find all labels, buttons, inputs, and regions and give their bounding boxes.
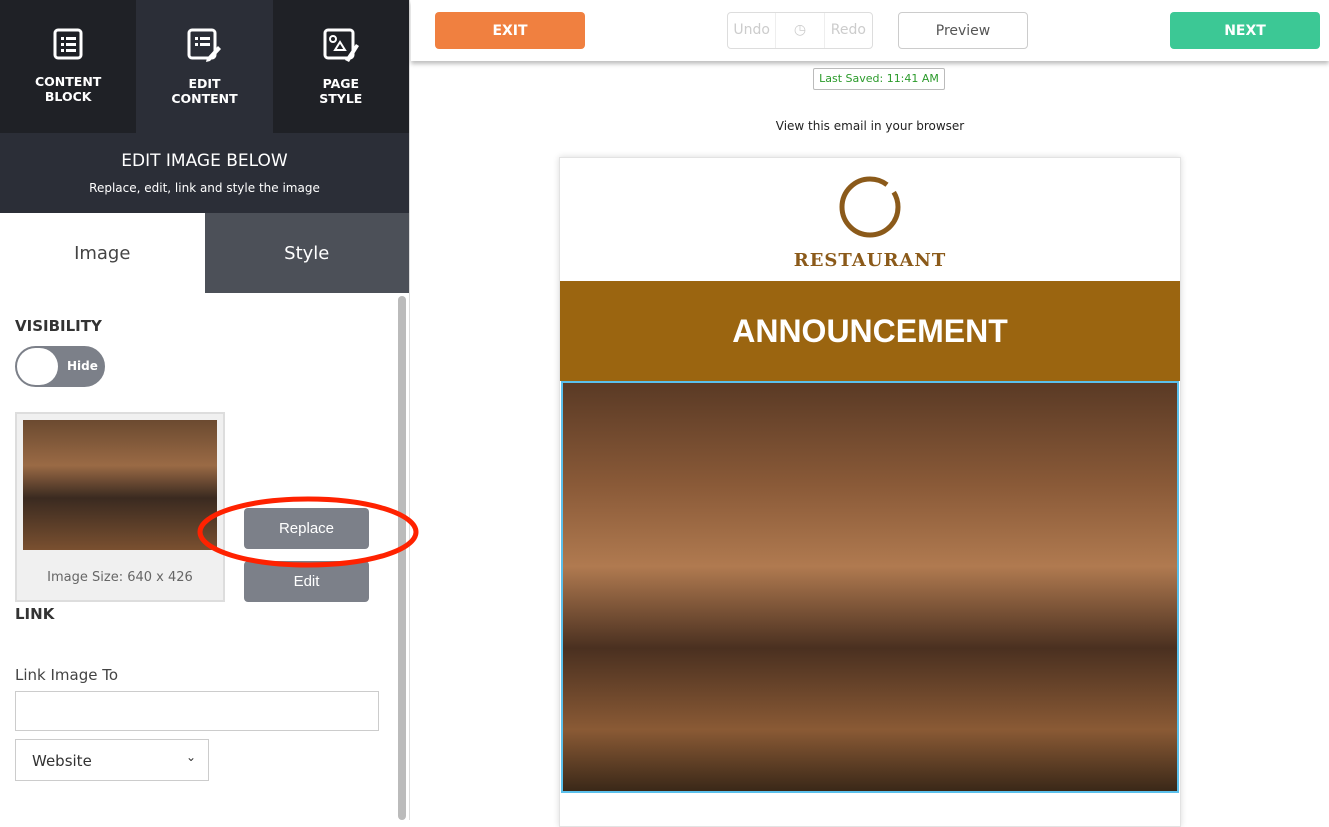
nav-label: EDIT — [188, 76, 221, 91]
coffee-ring-logo-icon — [839, 176, 901, 238]
nav-label: CONTENT — [171, 91, 238, 106]
list-icon — [53, 28, 83, 60]
page-style-icon — [323, 28, 359, 62]
last-saved-badge: Last Saved: 11:41 AM — [813, 68, 945, 90]
image-size: Image Size: 640 x 426 — [47, 570, 193, 585]
nav-label: PAGE — [322, 76, 360, 91]
image-thumbnail — [23, 420, 217, 550]
sidebar: CONTENT BLOCK EDIT CONTENT PAGE STYLE EDIT … — [0, 0, 410, 820]
brand-name: RESTAURANT — [793, 250, 947, 271]
clock-icon: ◷ — [793, 22, 807, 38]
tab-style[interactable]: Style — [204, 213, 409, 293]
sub-tabs: Image Style — [0, 213, 409, 293]
edit-list-icon — [187, 28, 222, 62]
link-type-select[interactable]: Website ⌄ — [15, 739, 209, 781]
visibility-toggle[interactable]: Hide — [15, 346, 105, 387]
nav-content-block[interactable]: CONTENT BLOCK — [0, 0, 137, 133]
nav-edit-content[interactable]: EDIT CONTENT — [136, 0, 273, 133]
link-url-input[interactable] — [15, 691, 379, 731]
announcement-banner[interactable]: ANNOUNCEMENT — [560, 281, 1180, 381]
redo-button[interactable]: Redo — [825, 13, 872, 48]
toggle-label: Hide — [67, 359, 98, 373]
nav-label: BLOCK — [44, 89, 92, 104]
next-button[interactable]: NEXT — [1170, 12, 1320, 49]
preview-button[interactable]: Preview — [898, 12, 1028, 49]
undo-redo-group: Undo ◷ Redo — [727, 12, 873, 49]
edit-title: EDIT IMAGE BELOW — [121, 151, 288, 171]
undo-button[interactable]: Undo — [728, 13, 777, 48]
hero-image-selected[interactable] — [561, 381, 1179, 793]
tab-image[interactable]: Image — [0, 213, 205, 293]
history-button[interactable]: ◷ — [776, 13, 825, 48]
email-preview: RESTAURANT ANNOUNCEMENT — [559, 157, 1181, 827]
chevron-down-icon: ⌄ — [185, 750, 196, 764]
edit-subtitle: Replace, edit, link and style the image — [89, 181, 320, 195]
logo-block[interactable]: RESTAURANT — [560, 158, 1180, 281]
nav-label: STYLE — [319, 91, 363, 106]
toggle-knob — [17, 348, 58, 385]
link-type-value: Website — [32, 752, 92, 770]
link-label: LINK — [15, 605, 55, 623]
visibility-label: VISIBILITY — [15, 317, 102, 335]
exit-button[interactable]: EXIT — [435, 12, 585, 49]
nav-page-style[interactable]: PAGE STYLE — [272, 0, 409, 133]
view-in-browser-link[interactable]: View this email in your browser — [411, 119, 1329, 133]
highlight-ellipse — [197, 496, 419, 568]
image-thumbnail-box: Image Size: 640 x 426 — [15, 412, 225, 602]
nav-label: CONTENT — [35, 74, 102, 89]
link-image-to-label: Link Image To — [15, 666, 119, 684]
top-toolbar: EXIT Undo ◷ Redo Preview NEXT — [411, 0, 1329, 61]
sidebar-nav: CONTENT BLOCK EDIT CONTENT PAGE STYLE — [0, 0, 409, 133]
edit-header: EDIT IMAGE BELOW Replace, edit, link and… — [0, 133, 409, 213]
